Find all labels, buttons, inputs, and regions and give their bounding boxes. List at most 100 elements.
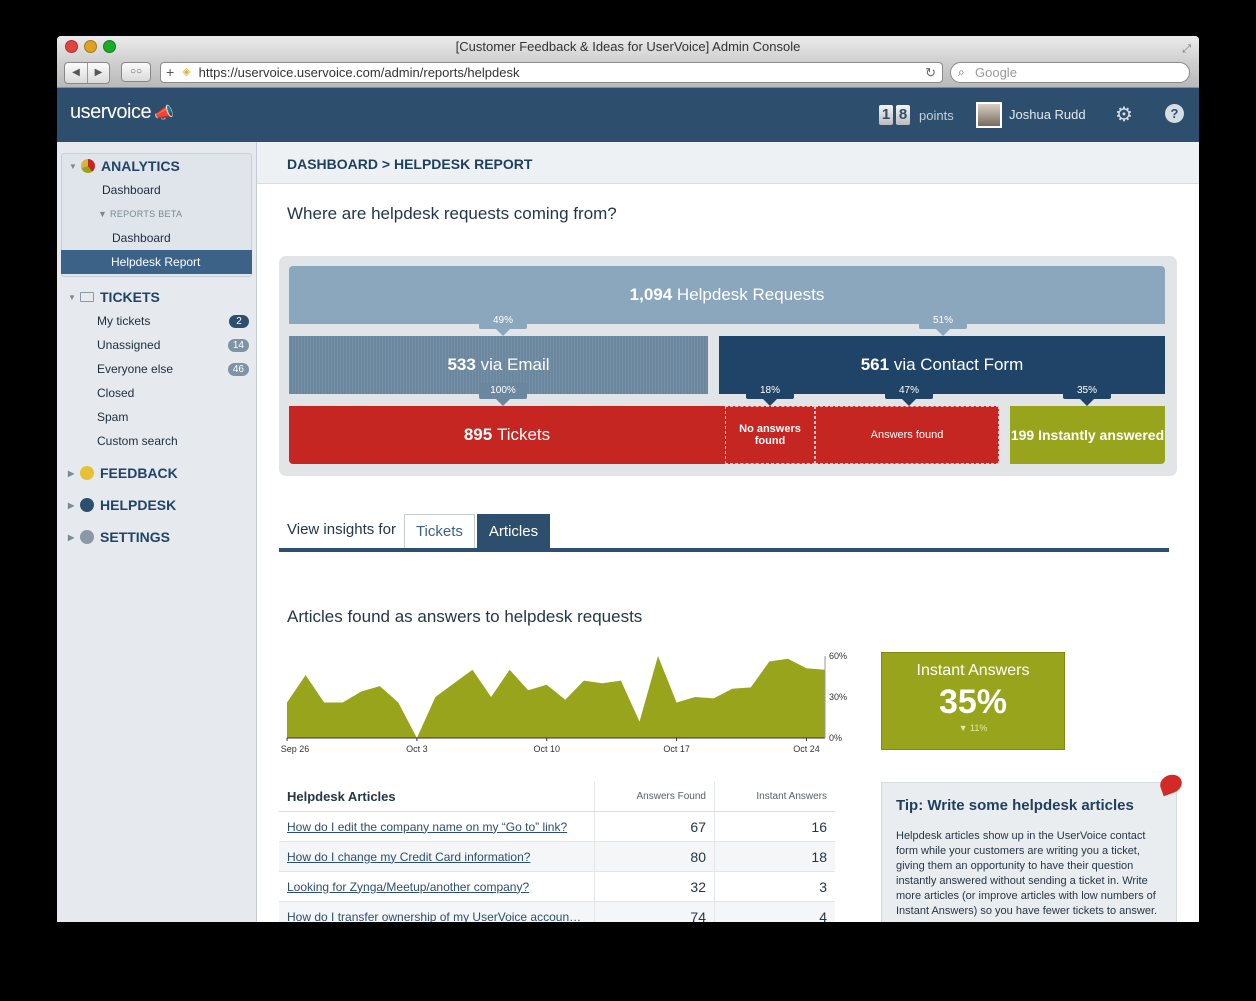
triangle-right-icon: ▶ [68, 500, 75, 510]
tab-tickets[interactable]: Tickets [403, 514, 475, 548]
funnel-no-answers[interactable]: No answers found [725, 406, 815, 464]
megaphone-icon: 📣 [154, 105, 174, 122]
article-link[interactable]: How do I transfer ownership of my UserVo… [287, 910, 587, 923]
tab-articles[interactable]: Articles [476, 514, 551, 548]
answers-found-value: 80 [690, 848, 706, 865]
table-row: How do I change my Credit Card informati… [279, 842, 835, 872]
instant-answers-value: 35% [938, 683, 1008, 721]
instant-answers-title: Instant Answers [916, 662, 1030, 679]
window-title: [Customer Feedback & Ideas for UserVoice… [455, 39, 801, 54]
instant-answers-delta: ▼ 11% [958, 723, 988, 733]
user-name[interactable]: Joshua Rudd [1009, 107, 1086, 122]
points-counter: 1 8 points [879, 105, 954, 125]
points-digit: 8 [896, 105, 910, 125]
gear-icon[interactable]: ⚙ [1115, 102, 1133, 127]
sidebar-item-feedback[interactable]: ▶ FEEDBACK [68, 461, 256, 485]
area-series [287, 656, 825, 738]
col-header-instant-answers[interactable]: Instant Answers [714, 782, 835, 811]
article-link[interactable]: How do I edit the company name on my “Go… [287, 820, 587, 834]
insights-tabs: View insights for Tickets Articles [279, 514, 1169, 552]
funnel-answers-found[interactable]: Answers found [815, 406, 999, 464]
y-tick-label: 30% [829, 692, 847, 702]
sidebar-item-unassigned[interactable]: Unassigned 14 [57, 333, 256, 357]
page-heading: Where are helpdesk requests coming from? [287, 204, 617, 223]
sidebar-item-helpdesk-report[interactable]: Helpdesk Report [61, 250, 252, 274]
pie-chart-icon [81, 159, 95, 173]
article-link[interactable]: How do I change my Credit Card informati… [287, 850, 587, 864]
pct-instant-badge: 35% [1063, 383, 1111, 406]
sidebar-item-settings[interactable]: ▶ SETTINGS [68, 525, 256, 549]
zoom-window-button[interactable] [103, 40, 116, 53]
pct-found-badge: 47% [885, 383, 933, 406]
col-header-articles: Helpdesk Articles [287, 789, 396, 804]
sidebar-section-feedback: ▶ FEEDBACK [57, 461, 256, 485]
instant-answers-value: 4 [819, 908, 827, 923]
sidebar-item-helpdesk[interactable]: ▶ HELPDESK [68, 493, 256, 517]
funnel-instantly-answered[interactable]: 199 Instantly answered [1010, 406, 1165, 464]
answers-found-value: 32 [690, 878, 706, 895]
sidebar-item-reports-beta[interactable]: ▼ REPORTS BETA [62, 202, 251, 226]
articles-heading: Articles found as answers to helpdesk re… [287, 607, 643, 626]
pct-noans-badge: 18% [746, 383, 794, 406]
uservoice-logo[interactable]: uservoice 📣 [70, 101, 174, 124]
x-tick-label: Sep 26 [281, 744, 310, 754]
funnel-tickets[interactable]: 895 Tickets [289, 406, 725, 464]
fullscreen-icon[interactable]: ⤢ [1182, 38, 1191, 60]
sidebar-item-spam[interactable]: Spam [57, 405, 256, 429]
info-icon [80, 498, 94, 512]
forward-icon[interactable]: ▶ [87, 63, 109, 83]
y-tick-label: 0% [829, 733, 842, 743]
sidebar-item-dashboard[interactable]: Dashboard [62, 178, 251, 202]
answers-found-value: 67 [690, 818, 706, 835]
main-content: DASHBOARD > HELPDESK REPORT Where are he… [257, 142, 1199, 922]
x-tick-label: Oct 10 [533, 744, 560, 754]
sidebar-section-settings: ▶ SETTINGS [57, 525, 256, 549]
instant-answers-card: Instant Answers 35% ▼ 11% [881, 652, 1065, 750]
table-row: How do I transfer ownership of my UserVo… [279, 902, 835, 922]
count-badge: 14 [227, 339, 249, 352]
pct-form-badge: 51% [919, 313, 967, 336]
instant-answers-value: 3 [819, 878, 827, 895]
col-header-answers-found[interactable]: Answers Found [594, 782, 714, 811]
add-bookmark-icon[interactable]: + [166, 63, 174, 82]
sidebar-item-custom-search[interactable]: Custom search [57, 429, 256, 453]
articles-area-chart: 60% 30% 0% Sep 26 Oct 3 Oct 10 Oct 17 Oct 24 [281, 650, 855, 765]
reading-list-icon[interactable]: ○○ [121, 62, 151, 82]
requests-funnel: 1,094 Helpdesk Requests 533 via Email 56… [279, 256, 1177, 476]
minimize-window-button[interactable] [84, 40, 97, 53]
triangle-right-icon: ▶ [68, 532, 75, 542]
table-row: How do I edit the company name on my “Go… [279, 812, 835, 842]
x-tick-label: Oct 3 [406, 744, 428, 754]
answers-found-value: 74 [690, 908, 706, 923]
sidebar-item-reports-dashboard[interactable]: Dashboard [62, 226, 251, 250]
tip-body: Helpdesk articles show up in the UserVoi… [896, 830, 1158, 917]
sidebar-item-tickets[interactable]: ▼ TICKETS [68, 285, 256, 309]
address-bar[interactable]: + ◈ https://uservoice.uservoice.com/admi… [160, 62, 943, 83]
table-row: Looking for Zynga/Meetup/another company… [279, 872, 835, 902]
close-window-button[interactable] [65, 40, 78, 53]
article-link[interactable]: Looking for Zynga/Meetup/another company… [287, 880, 587, 894]
browser-search-input[interactable]: ⌕ Google [950, 62, 1190, 83]
sidebar-section-analytics: ▼ ANALYTICS Dashboard ▼ REPORTS BETA Das… [61, 153, 252, 277]
funnel-requests[interactable]: 1,094 Helpdesk Requests [289, 266, 1165, 324]
reload-icon[interactable]: ↻ [925, 63, 936, 82]
breadcrumb: DASHBOARD > HELPDESK REPORT [257, 142, 1199, 184]
back-icon[interactable]: ◀ [65, 63, 87, 83]
help-icon[interactable]: ? [1165, 104, 1184, 123]
count-badge: 2 [229, 315, 249, 328]
browser-toolbar: ◀ ▶ ○○ + ◈ https://uservoice.uservoice.c… [57, 58, 1199, 88]
sidebar-item-analytics[interactable]: ▼ ANALYTICS [62, 154, 251, 178]
sidebar-item-my-tickets[interactable]: My tickets 2 [57, 309, 256, 333]
sidebar: ▼ ANALYTICS Dashboard ▼ REPORTS BETA Das… [57, 142, 257, 922]
x-tick-label: Oct 17 [663, 744, 690, 754]
pin-icon [1157, 771, 1185, 797]
triangle-down-icon: ▼ [68, 292, 76, 302]
instant-answers-value: 18 [811, 848, 827, 865]
app-header: uservoice 📣 1 8 points Joshua Rudd ⚙ ? [57, 88, 1199, 142]
tip-box: Tip: Write some helpdesk articles Helpde… [881, 771, 1185, 922]
sidebar-item-closed[interactable]: Closed [57, 381, 256, 405]
avatar[interactable] [976, 102, 1002, 128]
tabs-label: View insights for [287, 521, 396, 538]
table-header: Helpdesk Articles Answers Found Instant … [279, 782, 835, 812]
sidebar-item-everyone-else[interactable]: Everyone else 46 [57, 357, 256, 381]
